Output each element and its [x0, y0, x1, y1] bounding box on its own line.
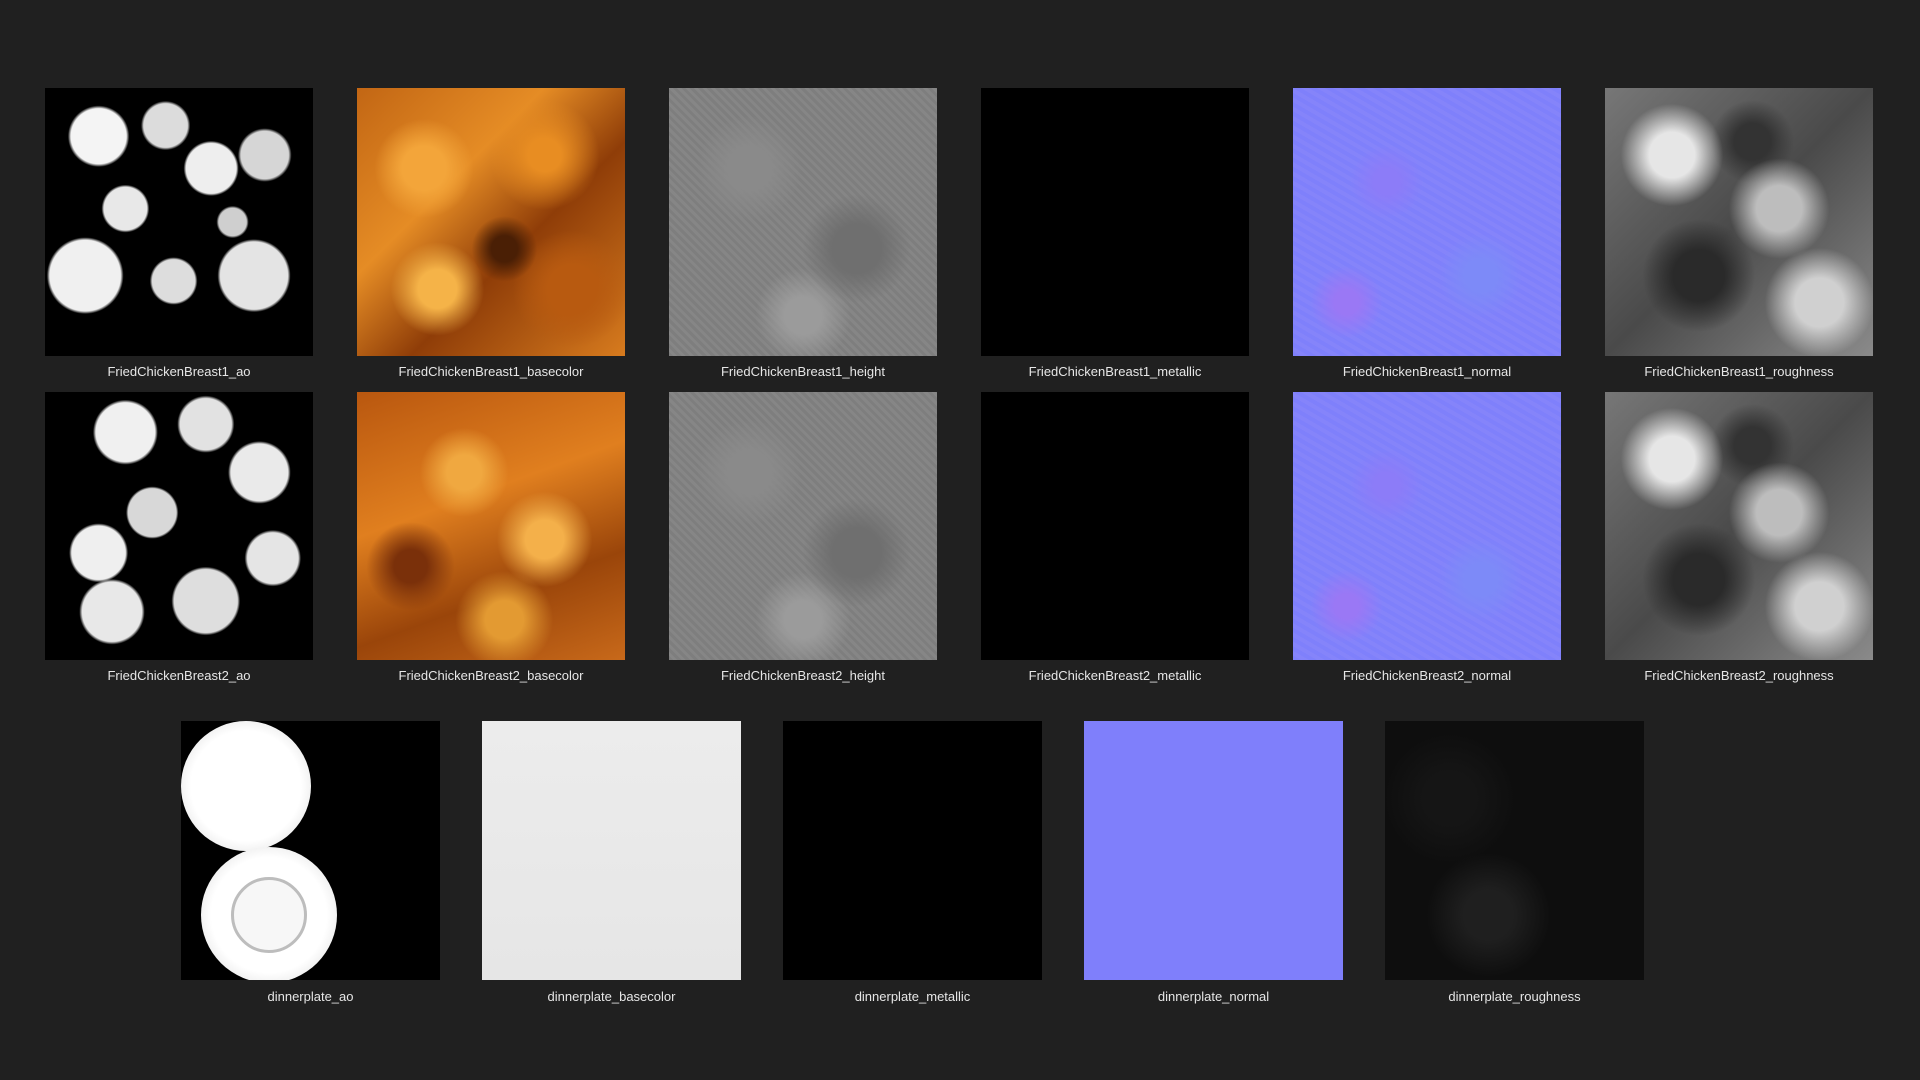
texture-tile[interactable]: FriedChickenBreast1_basecolor [357, 88, 625, 379]
texture-thumbnail[interactable] [1605, 88, 1873, 356]
texture-tile[interactable]: FriedChickenBreast2_normal [1293, 392, 1561, 683]
texture-tile[interactable]: dinnerplate_normal [1084, 721, 1343, 1004]
texture-thumbnail[interactable] [45, 392, 313, 660]
texture-filename: FriedChickenBreast1_basecolor [398, 364, 584, 379]
texture-filename: FriedChickenBreast1_roughness [1644, 364, 1834, 379]
gallery-row-2: FriedChickenBreast2_ao FriedChickenBreas… [45, 392, 1873, 683]
texture-tile[interactable]: FriedChickenBreast1_normal [1293, 88, 1561, 379]
texture-thumbnail[interactable] [1385, 721, 1644, 980]
texture-thumbnail[interactable] [981, 88, 1249, 356]
texture-filename: FriedChickenBreast2_normal [1342, 668, 1512, 683]
texture-thumbnail[interactable] [45, 88, 313, 356]
texture-tile[interactable]: dinnerplate_metallic [783, 721, 1042, 1004]
texture-tile[interactable]: dinnerplate_basecolor [482, 721, 741, 1004]
texture-filename: dinnerplate_ao [267, 989, 354, 1004]
texture-tile[interactable]: FriedChickenBreast2_height [669, 392, 937, 683]
plate-shape-icon [201, 847, 337, 980]
texture-tile[interactable]: dinnerplate_ao [181, 721, 440, 1004]
texture-tile[interactable]: FriedChickenBreast1_height [669, 88, 937, 379]
texture-thumbnail[interactable] [1293, 88, 1561, 356]
texture-filename: FriedChickenBreast2_basecolor [398, 668, 584, 683]
texture-tile[interactable]: FriedChickenBreast2_metallic [981, 392, 1249, 683]
texture-tile[interactable]: FriedChickenBreast1_roughness [1605, 88, 1873, 379]
texture-filename: FriedChickenBreast2_metallic [1028, 668, 1202, 683]
texture-tile[interactable]: FriedChickenBreast1_metallic [981, 88, 1249, 379]
plate-ring [230, 876, 308, 954]
texture-tile[interactable]: FriedChickenBreast1_ao [45, 88, 313, 379]
texture-filename: FriedChickenBreast2_roughness [1644, 668, 1834, 683]
texture-tile[interactable]: FriedChickenBreast2_basecolor [357, 392, 625, 683]
texture-thumbnail[interactable] [482, 721, 741, 980]
texture-filename: FriedChickenBreast2_height [720, 668, 886, 683]
texture-filename: FriedChickenBreast1_ao [107, 364, 251, 379]
texture-thumbnail[interactable] [1605, 392, 1873, 660]
texture-thumbnail[interactable] [1084, 721, 1343, 980]
texture-filename: dinnerplate_metallic [854, 989, 971, 1004]
texture-thumbnail[interactable] [669, 88, 937, 356]
texture-filename: FriedChickenBreast1_height [720, 364, 886, 379]
texture-thumbnail[interactable] [981, 392, 1249, 660]
texture-tile[interactable]: dinnerplate_roughness [1385, 721, 1644, 1004]
texture-filename: dinnerplate_roughness [1448, 989, 1581, 1004]
texture-thumbnail[interactable] [357, 88, 625, 356]
texture-thumbnail[interactable] [181, 721, 440, 980]
texture-filename: dinnerplate_basecolor [547, 989, 676, 1004]
texture-filename: dinnerplate_normal [1157, 989, 1270, 1004]
plate-shape-icon [181, 721, 311, 851]
texture-filename: FriedChickenBreast1_normal [1342, 364, 1512, 379]
gallery-row-1: FriedChickenBreast1_ao FriedChickenBreas… [45, 88, 1873, 379]
texture-tile[interactable]: FriedChickenBreast2_ao [45, 392, 313, 683]
texture-thumbnail[interactable] [783, 721, 1042, 980]
texture-filename: FriedChickenBreast1_metallic [1028, 364, 1202, 379]
texture-filename: FriedChickenBreast2_ao [107, 668, 251, 683]
texture-thumbnail[interactable] [357, 392, 625, 660]
texture-thumbnail[interactable] [1293, 392, 1561, 660]
texture-tile[interactable]: FriedChickenBreast2_roughness [1605, 392, 1873, 683]
gallery-row-3: dinnerplate_ao dinnerplate_basecolor din… [181, 721, 1644, 1004]
texture-thumbnail[interactable] [669, 392, 937, 660]
texture-gallery: FriedChickenBreast1_ao FriedChickenBreas… [0, 0, 1920, 1080]
